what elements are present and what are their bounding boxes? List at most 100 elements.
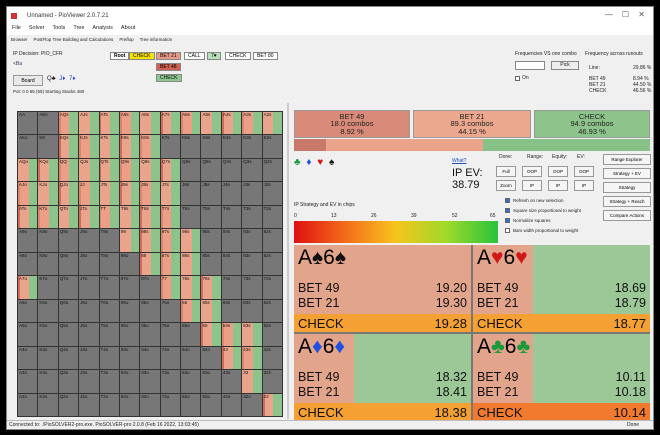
- hand-cell-j5s[interactable]: J5s: [201, 182, 221, 205]
- hand-cell-a7o[interactable]: A7o: [18, 276, 38, 299]
- hand-cell-t8s[interactable]: T8s: [140, 205, 160, 229]
- hand-cell-k7o[interactable]: K7o: [38, 276, 58, 299]
- hand-cell-k8s[interactable]: K8s: [140, 135, 160, 158]
- hand-cell-54o[interactable]: 54o: [201, 346, 221, 370]
- hand-cell-kk[interactable]: KK: [38, 135, 58, 158]
- hand-cell-85o[interactable]: 85o: [140, 323, 160, 346]
- maximize-button[interactable]: ☐: [622, 10, 629, 19]
- zoom-button[interactable]: Zoom: [496, 180, 516, 191]
- tree-node-bet-48[interactable]: BET 48: [156, 63, 181, 71]
- hand-cell-53o[interactable]: 53o: [201, 370, 221, 393]
- hand-cell-t5o[interactable]: T5o: [99, 323, 119, 346]
- on-checkbox[interactable]: On: [515, 75, 529, 81]
- hand-cell-95s[interactable]: 95s: [201, 229, 221, 252]
- hand-cell-q9o[interactable]: Q9o: [58, 229, 79, 252]
- hand-cell-98o[interactable]: 98o: [119, 252, 140, 276]
- hand-cell-32s[interactable]: 32s: [262, 370, 282, 393]
- hand-cell-aqs[interactable]: AQs: [58, 112, 79, 135]
- hand-cell-q9s[interactable]: Q9s: [119, 158, 140, 182]
- hand-cell-q8o[interactable]: Q8o: [58, 252, 79, 276]
- hand-cell-85s[interactable]: 85s: [201, 252, 221, 276]
- hand-cell-q2o[interactable]: Q2o: [58, 393, 79, 416]
- hand-cell-73o[interactable]: 73o: [160, 370, 181, 393]
- hand-cell-65o[interactable]: 65o: [181, 323, 201, 346]
- hand-cell-kts[interactable]: KTs: [99, 135, 119, 158]
- full-button[interactable]: Full: [496, 166, 516, 177]
- hand-cell-33[interactable]: 33: [242, 370, 262, 393]
- hand-cell-96s[interactable]: 96s: [181, 229, 201, 252]
- hand-cell-k6s[interactable]: K6s: [181, 135, 201, 158]
- tree-node-call[interactable]: CALL: [184, 52, 205, 60]
- hand-cell-qto[interactable]: QTo: [58, 205, 79, 229]
- hand-cell-t6s[interactable]: T6s: [181, 205, 201, 229]
- hand-cell-t7o[interactable]: T7o: [99, 276, 119, 299]
- hand-cell-j2s[interactable]: J2s: [262, 182, 282, 205]
- hand-cell-a3s[interactable]: A3s: [242, 112, 262, 135]
- hand-cell-53s[interactable]: 53s: [242, 323, 262, 346]
- bars-width-checkbox[interactable]: Bars width proportional to weight: [505, 228, 578, 233]
- hand-cell-86s[interactable]: 86s: [181, 252, 201, 276]
- hand-cell-j7s[interactable]: J7s: [160, 182, 181, 205]
- tab-postflop[interactable]: PostFlop Tree Building and Calculations: [33, 36, 115, 45]
- hand-cell-kjs[interactable]: KJs: [79, 135, 99, 158]
- hand-cell-92s[interactable]: 92s: [262, 229, 282, 252]
- menu-about[interactable]: About: [121, 25, 135, 35]
- hand-cell-j4o[interactable]: J4o: [79, 346, 99, 370]
- hand-cell-95o[interactable]: 95o: [119, 323, 140, 346]
- hand-cell-a8o[interactable]: A8o: [18, 252, 38, 276]
- hand-cell-k6o[interactable]: K6o: [38, 299, 58, 323]
- hand-cell-82s[interactable]: 82s: [262, 252, 282, 276]
- hand-cell-k5o[interactable]: K5o: [38, 323, 58, 346]
- hand-cell-k7s[interactable]: K7s: [160, 135, 181, 158]
- hand-cell-q7o[interactable]: Q7o: [58, 276, 79, 299]
- hand-cell-kqs[interactable]: KQs: [58, 135, 79, 158]
- hand-cell-qts[interactable]: QTs: [99, 158, 119, 182]
- hand-card[interactable]: A♠6♠ BET 49 19.20 BET 21 19.30 CHECK 19.28: [294, 245, 471, 332]
- hand-cell-kto[interactable]: KTo: [38, 205, 58, 229]
- hand-cell-q3o[interactable]: Q3o: [58, 370, 79, 393]
- menu-tree[interactable]: Tree: [73, 25, 84, 35]
- hand-cell-j2o[interactable]: J2o: [79, 393, 99, 416]
- menu-solver[interactable]: Solver: [29, 25, 45, 35]
- hand-cell-83s[interactable]: 83s: [242, 252, 262, 276]
- hand-cell-qjo[interactable]: QJo: [58, 182, 79, 205]
- hand-cell-83o[interactable]: 83o: [140, 370, 160, 393]
- tab-browser[interactable]: Browser: [10, 36, 29, 45]
- hand-cell-kqo[interactable]: KQo: [38, 158, 58, 182]
- hand-cell-94s[interactable]: 94s: [221, 229, 242, 252]
- hand-cell-q3s[interactable]: Q3s: [242, 158, 262, 182]
- hand-cell-93o[interactable]: 93o: [119, 370, 140, 393]
- hand-cell-a9o[interactable]: A9o: [18, 229, 38, 252]
- hand-cell-96o[interactable]: 96o: [119, 299, 140, 323]
- hand-cell-k9o[interactable]: K9o: [38, 229, 58, 252]
- close-button[interactable]: ✕: [638, 10, 645, 19]
- hand-cell-54s[interactable]: 54s: [221, 323, 242, 346]
- hand-card[interactable]: A♣6♣ BET 49 10.11 BET 21 10.18 CHECK 10.14: [473, 334, 650, 421]
- tree-node-check[interactable]: CHECK: [129, 52, 155, 60]
- hand-cell-tt[interactable]: TT: [99, 205, 119, 229]
- hand-cell-j4s[interactable]: J4s: [221, 182, 242, 205]
- action-check[interactable]: CHECK 94.9 combos 46.93 %: [534, 110, 650, 138]
- hand-cell-55[interactable]: 55: [201, 323, 221, 346]
- normalize-checkbox[interactable]: Normalize squares: [505, 218, 551, 223]
- hand-cell-t5s[interactable]: T5s: [201, 205, 221, 229]
- hand-cell-t3o[interactable]: T3o: [99, 370, 119, 393]
- hand-cell-t3s[interactable]: T3s: [242, 205, 262, 229]
- range-ip-button[interactable]: IP: [522, 180, 542, 191]
- hand-cell-43o[interactable]: 43o: [221, 370, 242, 393]
- hand-cell-99[interactable]: 99: [119, 229, 140, 252]
- pick-button[interactable]: Pick: [551, 61, 579, 70]
- hand-cell-jts[interactable]: JTs: [99, 182, 119, 205]
- hand-cell-j9s[interactable]: J9s: [119, 182, 140, 205]
- hand-cell-ajs[interactable]: AJs: [79, 112, 99, 135]
- hand-cell-t4o[interactable]: T4o: [99, 346, 119, 370]
- hand-cell-q4s[interactable]: Q4s: [221, 158, 242, 182]
- hand-cell-a9s[interactable]: A9s: [119, 112, 140, 135]
- hand-cell-a2o[interactable]: A2o: [18, 393, 38, 416]
- what-link[interactable]: What?: [452, 158, 466, 164]
- hand-cell-t8o[interactable]: T8o: [99, 252, 119, 276]
- hand-cell-t7s[interactable]: T7s: [160, 205, 181, 229]
- range-oop-button[interactable]: OOP: [522, 166, 542, 177]
- hand-cell-k3s[interactable]: K3s: [242, 135, 262, 158]
- hand-cell-t9o[interactable]: T9o: [99, 229, 119, 252]
